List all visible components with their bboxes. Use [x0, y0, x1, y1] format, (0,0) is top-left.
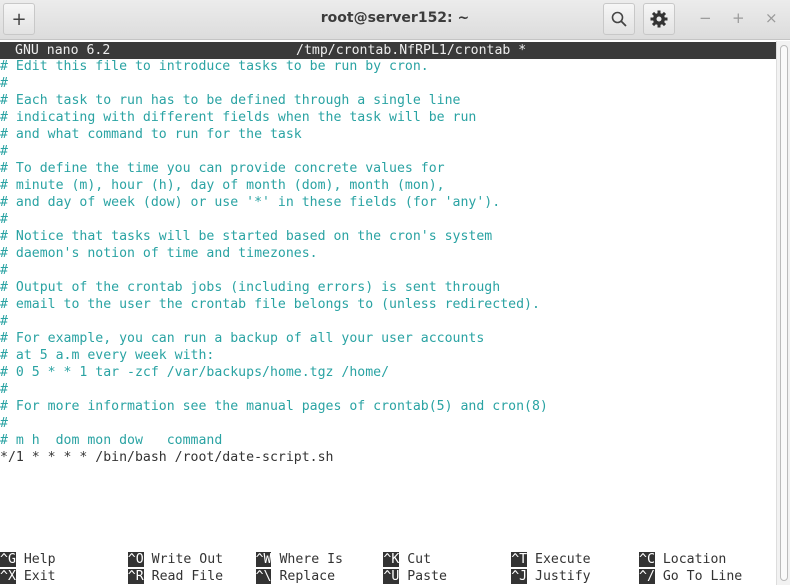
shortcut-label: Justify: [535, 569, 591, 584]
shortcut-key: ^T: [511, 552, 528, 567]
shortcut-where-is[interactable]: ^W Where Is: [255, 551, 343, 568]
shortcut-location[interactable]: ^C Location: [639, 551, 726, 568]
shortcut-read-file[interactable]: ^R Read File: [127, 568, 224, 585]
shortcut-go-to-line[interactable]: ^/ Go To Line: [639, 568, 742, 585]
search-button[interactable]: [603, 3, 635, 35]
editor-line: #: [0, 144, 8, 159]
nano-version: GNU nano 6.2: [15, 43, 111, 58]
shortcut-label: Exit: [23, 569, 56, 584]
search-icon: [611, 11, 627, 27]
window-titlebar: + root@server152: ~ − + ×: [0, 0, 790, 40]
shortcut-exit[interactable]: ^X Exit: [0, 568, 56, 585]
shortcut-key: ^\: [255, 569, 272, 584]
shortcut-key: ^/: [639, 569, 655, 584]
shortcut-key: ^W: [255, 552, 272, 567]
editor-line: # Output of the crontab jobs (including …: [0, 280, 501, 295]
editor-line: # daemon's notion of time and timezones.: [0, 246, 318, 261]
editor-line: #: [0, 416, 8, 431]
shortcut-key: ^J: [511, 569, 528, 584]
shortcut-label: Where Is: [279, 552, 343, 567]
editor-line: #: [0, 76, 8, 91]
editor-line: # at 5 a.m every week with:: [0, 348, 215, 363]
shortcut-label: Replace: [279, 569, 336, 584]
editor-line: */1 * * * * /bin/bash /root/date-script.…: [0, 450, 334, 465]
editor-content[interactable]: # Edit this file to introduce tasks to b…: [0, 58, 548, 466]
editor-line: # indicating with different fields when …: [0, 110, 477, 125]
scrollbar-thumb[interactable]: [780, 45, 788, 581]
shortcut-justify[interactable]: ^J Justify: [511, 568, 591, 585]
shortcut-help[interactable]: ^G Help: [0, 551, 56, 568]
shortcut-label: Location: [662, 552, 727, 567]
shortcut-cut[interactable]: ^K Cut: [383, 551, 431, 568]
shortcut-key: ^X: [0, 569, 16, 584]
gear-icon: [650, 10, 668, 28]
shortcut-key: ^C: [639, 552, 655, 567]
editor-line: # and what command to run for the task: [0, 127, 302, 142]
maximize-button[interactable]: +: [732, 9, 745, 27]
shortcut-key: ^O: [127, 552, 144, 567]
shortcut-label: Go To Line: [662, 569, 743, 584]
shortcut-replace[interactable]: ^\ Replace: [255, 568, 336, 585]
shortcut-label: Write Out: [151, 552, 224, 567]
editor-line: # Notice that tasks will be started base…: [0, 229, 493, 244]
editor-line: #: [0, 314, 8, 329]
shortcut-key: ^R: [127, 569, 144, 584]
shortcut-execute[interactable]: ^T Execute: [511, 551, 591, 568]
shortcut-label: Execute: [535, 552, 591, 567]
editor-line: #: [0, 382, 8, 397]
editor-line: # m h dom mon dow command: [0, 433, 223, 448]
settings-button[interactable]: [643, 3, 675, 35]
editor-line: # and day of week (dow) or use '*' in th…: [0, 195, 501, 210]
shortcut-key: ^K: [383, 552, 400, 567]
editor-line: # email to the user the crontab file bel…: [0, 297, 540, 312]
nano-header: GNU nano 6.2/tmp/crontab.NfRPL1/crontab …: [0, 42, 776, 59]
scrollbar[interactable]: [776, 41, 790, 585]
minimize-button[interactable]: −: [699, 9, 712, 27]
editor-line: # 0 5 * * 1 tar -zcf /var/backups/home.t…: [0, 365, 390, 380]
shortcut-key: ^G: [0, 552, 16, 567]
editor-line: # Edit this file to introduce tasks to b…: [0, 59, 429, 74]
editor-line: # Each task to run has to be defined thr…: [0, 93, 461, 108]
shortcut-key: ^U: [383, 569, 400, 584]
terminal[interactable]: GNU nano 6.2/tmp/crontab.NfRPL1/crontab …: [0, 41, 776, 585]
file-name: /tmp/crontab.NfRPL1/crontab *: [296, 43, 527, 58]
shortcut-label: Read File: [151, 569, 224, 584]
editor-line: # minute (m), hour (h), day of month (do…: [0, 178, 445, 193]
shortcut-label: Paste: [407, 569, 447, 584]
editor-line: #: [0, 263, 8, 278]
shortcut-paste[interactable]: ^U Paste: [383, 568, 447, 585]
close-button[interactable]: ×: [765, 9, 778, 27]
shortcut-label: Help: [23, 552, 56, 567]
shortcut-write-out[interactable]: ^O Write Out: [127, 551, 224, 568]
editor-line: # For example, you can run a backup of a…: [0, 331, 485, 346]
editor-line: # For more information see the manual pa…: [0, 399, 548, 414]
shortcut-label: Cut: [407, 552, 432, 567]
editor-line: #: [0, 212, 8, 227]
editor-line: # To define the time you can provide con…: [0, 161, 445, 176]
